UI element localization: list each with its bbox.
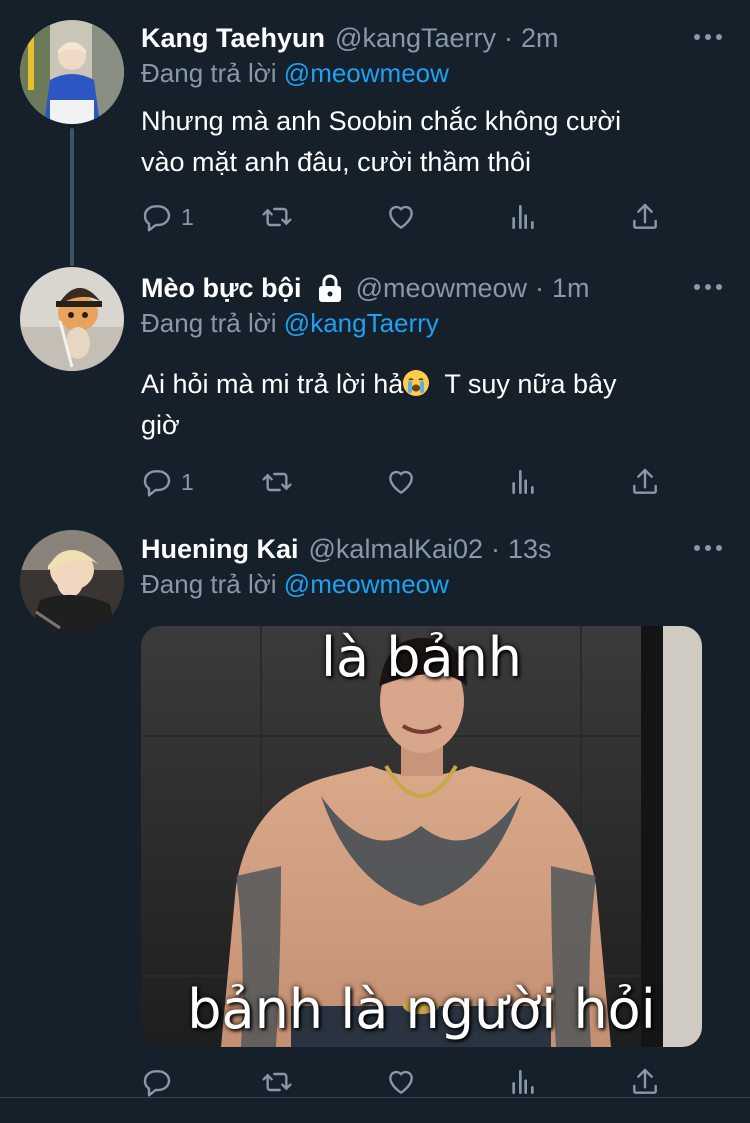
timestamp[interactable]: 2m: [521, 23, 559, 54]
mention-link[interactable]: @kangTaerry: [284, 308, 439, 338]
reply-count: 1: [181, 468, 194, 495]
heart-icon: [389, 1070, 413, 1094]
meme-caption-bottom: bảnh là người hỏi: [187, 978, 656, 1041]
separator-dot: ·: [535, 272, 545, 303]
reply-icon: [143, 1070, 171, 1097]
reply-icon: [143, 205, 171, 232]
display-name[interactable]: Huening Kai: [141, 534, 299, 565]
separator-dot: ·: [491, 533, 501, 564]
analytics-icon: [512, 1070, 534, 1094]
crying-face-icon: [403, 370, 430, 396]
more-icon[interactable]: [694, 32, 722, 42]
replying-prefix: Đang trả lời: [141, 569, 277, 599]
avatar[interactable]: [20, 20, 124, 124]
tweet[interactable]: Mèo bực bội @meowmeow · 1m Đang trả lời …: [0, 262, 750, 520]
reply-button[interactable]: 1: [141, 197, 194, 237]
tweet-header: Kang Taehyun @kangTaerry · 2m: [141, 20, 690, 56]
user-handle[interactable]: @meowmeow: [356, 273, 527, 304]
analytics-button[interactable]: [507, 1062, 539, 1102]
replying-to: Đang trả lời @kangTaerry: [141, 308, 439, 339]
tweet-media-image[interactable]: là bảnh bảnh là người hỏi: [141, 626, 702, 1047]
separator-dot: ·: [504, 22, 514, 53]
analytics-icon: [512, 470, 534, 494]
reply-button[interactable]: [141, 1062, 173, 1102]
tweet[interactable]: Kang Taehyun @kangTaerry · 2m Đang trả l…: [0, 0, 750, 262]
lock-icon: [318, 274, 341, 302]
action-bar: 1: [141, 462, 671, 502]
share-icon: [633, 203, 657, 229]
like-button[interactable]: [385, 1062, 417, 1102]
tweet-text-line: vào mặt anh đâu, cười thầm thôi: [141, 147, 531, 177]
retweet-button[interactable]: [261, 1062, 293, 1102]
replying-to: Đang trả lời @meowmeow: [141, 58, 449, 89]
share-button[interactable]: [629, 197, 661, 237]
replying-to: Đang trả lời @meowmeow: [141, 569, 449, 600]
tweet-text-line: giờ: [141, 410, 180, 440]
action-bar: 1: [141, 197, 671, 237]
like-button[interactable]: [385, 462, 417, 502]
user-handle[interactable]: @kangTaerry: [335, 23, 496, 54]
share-button[interactable]: [629, 462, 661, 502]
tweet-text: Nhưng mà anh Soobin chắc không cười vào …: [141, 101, 721, 183]
heart-icon: [389, 470, 413, 494]
analytics-icon: [512, 205, 534, 229]
reply-icon: [143, 470, 171, 497]
retweet-icon: [262, 472, 292, 492]
timestamp[interactable]: 13s: [508, 534, 552, 565]
more-icon[interactable]: [694, 543, 722, 553]
retweet-icon: [262, 207, 292, 227]
more-icon[interactable]: [694, 282, 722, 292]
tweet-text: Ai hỏi mà mi trả lời hả T suy nữa bây gi…: [141, 364, 721, 446]
display-name[interactable]: Mèo bực bội: [141, 273, 302, 304]
action-bar: [141, 1062, 671, 1102]
timestamp[interactable]: 1m: [552, 273, 590, 304]
analytics-button[interactable]: [507, 197, 539, 237]
avatar[interactable]: [20, 530, 124, 634]
retweet-button[interactable]: [261, 462, 293, 502]
replying-prefix: Đang trả lời: [141, 58, 277, 88]
display-name[interactable]: Kang Taehyun: [141, 23, 325, 54]
tweet-header: Mèo bực bội @meowmeow · 1m: [141, 270, 690, 306]
tweet-text-line: Ai hỏi mà mi trả lời hả: [141, 369, 404, 399]
user-handle[interactable]: @kalmalKai02: [309, 534, 484, 565]
heart-icon: [389, 205, 413, 229]
like-button[interactable]: [385, 197, 417, 237]
avatar[interactable]: [20, 267, 124, 371]
tweet-text-line: Nhưng mà anh Soobin chắc không cười: [141, 106, 622, 136]
mention-link[interactable]: @meowmeow: [284, 569, 449, 599]
replying-prefix: Đang trả lời: [141, 308, 277, 338]
tweet-header: Huening Kai @kalmalKai02 · 13s: [141, 531, 690, 567]
share-icon: [633, 1068, 657, 1094]
divider: [0, 1097, 750, 1098]
retweet-icon: [262, 1072, 292, 1092]
retweet-button[interactable]: [261, 197, 293, 237]
tweet-text-line: T suy nữa bây: [444, 369, 617, 399]
share-icon: [633, 468, 657, 494]
meme-caption-top: là bảnh: [320, 626, 523, 689]
share-button[interactable]: [629, 1062, 661, 1102]
reply-count: 1: [181, 203, 194, 230]
analytics-button[interactable]: [507, 462, 539, 502]
mention-link[interactable]: @meowmeow: [284, 58, 449, 88]
reply-button[interactable]: 1: [141, 462, 194, 502]
